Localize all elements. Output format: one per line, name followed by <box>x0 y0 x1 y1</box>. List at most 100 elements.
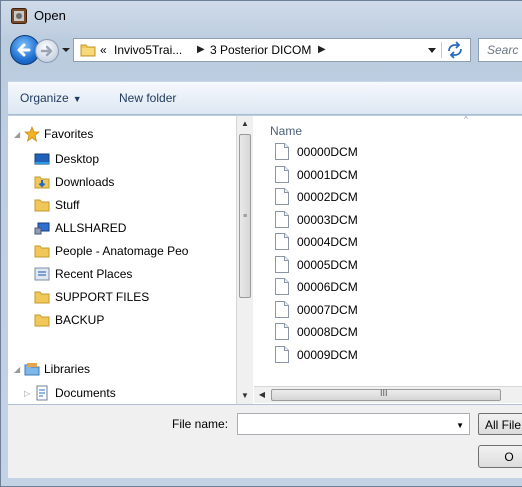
file-name: 00008DCM <box>297 325 358 339</box>
file-name: 00002DCM <box>297 190 358 204</box>
file-row[interactable]: 00001DCM <box>254 163 522 185</box>
file-name: 00006DCM <box>297 280 358 294</box>
desktop-icon <box>34 153 50 165</box>
file-name: 00007DCM <box>297 302 358 317</box>
sidebar-item-stuff[interactable]: Stuff <box>8 194 234 216</box>
address-segment-2[interactable]: 3 Posterior DICOM <box>210 43 311 57</box>
scroll-left-icon[interactable]: ◀ <box>254 387 270 403</box>
tree-item-favorites[interactable]: ◢ Favorites <box>8 123 234 145</box>
sidebar-item-allshared[interactable]: ALLSHARED <box>8 217 234 239</box>
collapsed-triangle-icon[interactable]: ▷ <box>24 389 30 398</box>
sidebar-item-people[interactable]: People - Anatomage Peo <box>8 240 234 262</box>
sidebar-item-label: Stuff <box>55 198 80 212</box>
open-dialog-window: Open « Invivo5Trai... ▶ 3 Posterior DICO… <box>0 0 522 487</box>
organize-button[interactable]: Organize ▼ <box>20 91 82 105</box>
tree-item-label: Libraries <box>44 362 91 376</box>
sidebar-item-label: Recent Places <box>55 267 133 281</box>
refresh-icon[interactable] <box>445 41 465 59</box>
address-separator-icon[interactable]: ▶ <box>197 44 205 55</box>
sidebar-item-label: SUPPORT FILES <box>55 290 150 304</box>
forward-arrow-icon <box>40 45 53 57</box>
file-name: 00000DCM <box>297 145 358 159</box>
search-placeholder: Searc <box>487 43 519 57</box>
star-icon <box>24 126 40 142</box>
sidebar-item-support-files[interactable]: SUPPORT FILES <box>8 286 234 308</box>
expand-triangle-icon[interactable]: ◢ <box>14 130 20 139</box>
file-row[interactable]: 00009DCM <box>254 343 522 365</box>
file-icon <box>275 233 289 250</box>
libraries-icon <box>24 363 40 376</box>
column-header-label: Name <box>270 124 303 138</box>
sidebar-item-desktop[interactable]: Desktop <box>8 148 234 170</box>
folder-icon <box>34 199 50 212</box>
file-row[interactable]: 00000DCM <box>254 140 522 162</box>
file-list[interactable]: Name ^ 00000DCM 00001DCM 00002DCM 00003DCM 0… <box>254 116 522 386</box>
open-button[interactable]: O <box>478 445 522 468</box>
chevron-down-icon[interactable]: ▼ <box>456 421 464 430</box>
search-input[interactable]: Searc <box>478 38 522 62</box>
file-row[interactable]: 00007DCM <box>254 298 522 320</box>
navigation-bar: « Invivo5Trai... ▶ 3 Posterior DICOM ▶ S… <box>1 33 522 69</box>
file-icon <box>275 188 289 205</box>
scroll-down-icon[interactable]: ▼ <box>237 388 253 404</box>
chevron-down-icon: ▼ <box>72 94 82 104</box>
file-name: 00004DCM <box>297 235 358 249</box>
file-icon <box>275 278 289 295</box>
sidebar-item-documents[interactable]: ▷ Documents <box>8 382 234 404</box>
file-row[interactable]: 00006DCM <box>254 275 522 297</box>
sidebar-item-label: People - Anatomage Peo <box>55 244 189 258</box>
folder-icon <box>34 291 50 304</box>
file-type-filter[interactable]: All File <box>478 413 522 435</box>
address-segment-1[interactable]: Invivo5Trai... <box>114 43 182 57</box>
chevron-down-icon[interactable] <box>428 48 436 54</box>
file-icon <box>275 210 289 228</box>
forward-button[interactable] <box>35 39 59 63</box>
folder-icon <box>80 44 96 57</box>
file-name: 00009DCM <box>297 347 358 362</box>
scroll-up-icon[interactable]: ▲ <box>237 116 253 132</box>
file-name: 00005DCM <box>297 257 358 272</box>
file-list-horizontal-scrollbar[interactable]: ◀ III <box>254 386 522 403</box>
command-toolbar: Organize ▼ New folder <box>8 81 522 115</box>
sidebar-item-backup[interactable]: BACKUP <box>8 309 234 331</box>
file-row[interactable]: 00003DCM <box>254 208 522 230</box>
file-name-panel: File name: ▼ All File O <box>8 404 522 478</box>
file-icon <box>275 323 289 340</box>
file-row[interactable]: 00005DCM <box>254 253 522 275</box>
folder-icon <box>34 245 50 258</box>
file-name-label: File name: <box>172 417 229 431</box>
sidebar-item-recent-places[interactable]: Recent Places <box>8 263 234 285</box>
title-bar[interactable]: Open <box>1 1 522 29</box>
sidebar-item-label: BACKUP <box>55 313 105 327</box>
file-name-input[interactable]: ▼ <box>237 413 470 435</box>
column-header-name[interactable]: Name ^ <box>254 116 522 140</box>
folder-icon <box>34 314 50 327</box>
navigation-pane-scrollbar[interactable]: ▲ ≡ ▼ <box>236 116 253 404</box>
documents-icon <box>36 385 48 401</box>
new-folder-button[interactable]: New folder <box>119 91 176 105</box>
address-separator-icon[interactable]: ▶ <box>318 44 326 55</box>
file-icon <box>275 143 289 160</box>
file-name: 00003DCM <box>297 212 358 227</box>
history-dropdown-icon[interactable] <box>61 45 71 55</box>
address-prefix[interactable]: « <box>100 43 107 57</box>
expand-triangle-icon[interactable]: ◢ <box>14 365 20 374</box>
sidebar-item-label: Documents <box>55 386 116 400</box>
tree-item-label: Favorites <box>44 127 94 141</box>
sort-ascending-icon: ^ <box>464 116 468 124</box>
file-row[interactable]: 00004DCM <box>254 230 522 252</box>
address-bar[interactable]: « Invivo5Trai... ▶ 3 Posterior DICOM ▶ <box>73 38 471 62</box>
navigation-pane[interactable]: ◢ Favorites Desktop Downloads Stuff ALLS… <box>8 116 234 404</box>
downloads-folder-icon <box>34 176 50 189</box>
file-row[interactable]: 00008DCM <box>254 320 522 342</box>
scrollbar-thumb[interactable]: III <box>271 388 501 401</box>
scrollbar-thumb[interactable]: ≡ <box>239 134 251 298</box>
sidebar-item-downloads[interactable]: Downloads <box>8 171 234 193</box>
content-area: ◢ Favorites Desktop Downloads Stuff ALLS… <box>8 116 522 404</box>
file-name: 00001DCM <box>297 167 358 182</box>
tree-item-libraries[interactable]: ◢ Libraries <box>8 358 234 380</box>
sidebar-item-label: ALLSHARED <box>55 221 127 235</box>
recent-places-icon <box>34 267 50 281</box>
file-row[interactable]: 00002DCM <box>254 185 522 207</box>
sidebar-item-label: Downloads <box>55 175 115 189</box>
